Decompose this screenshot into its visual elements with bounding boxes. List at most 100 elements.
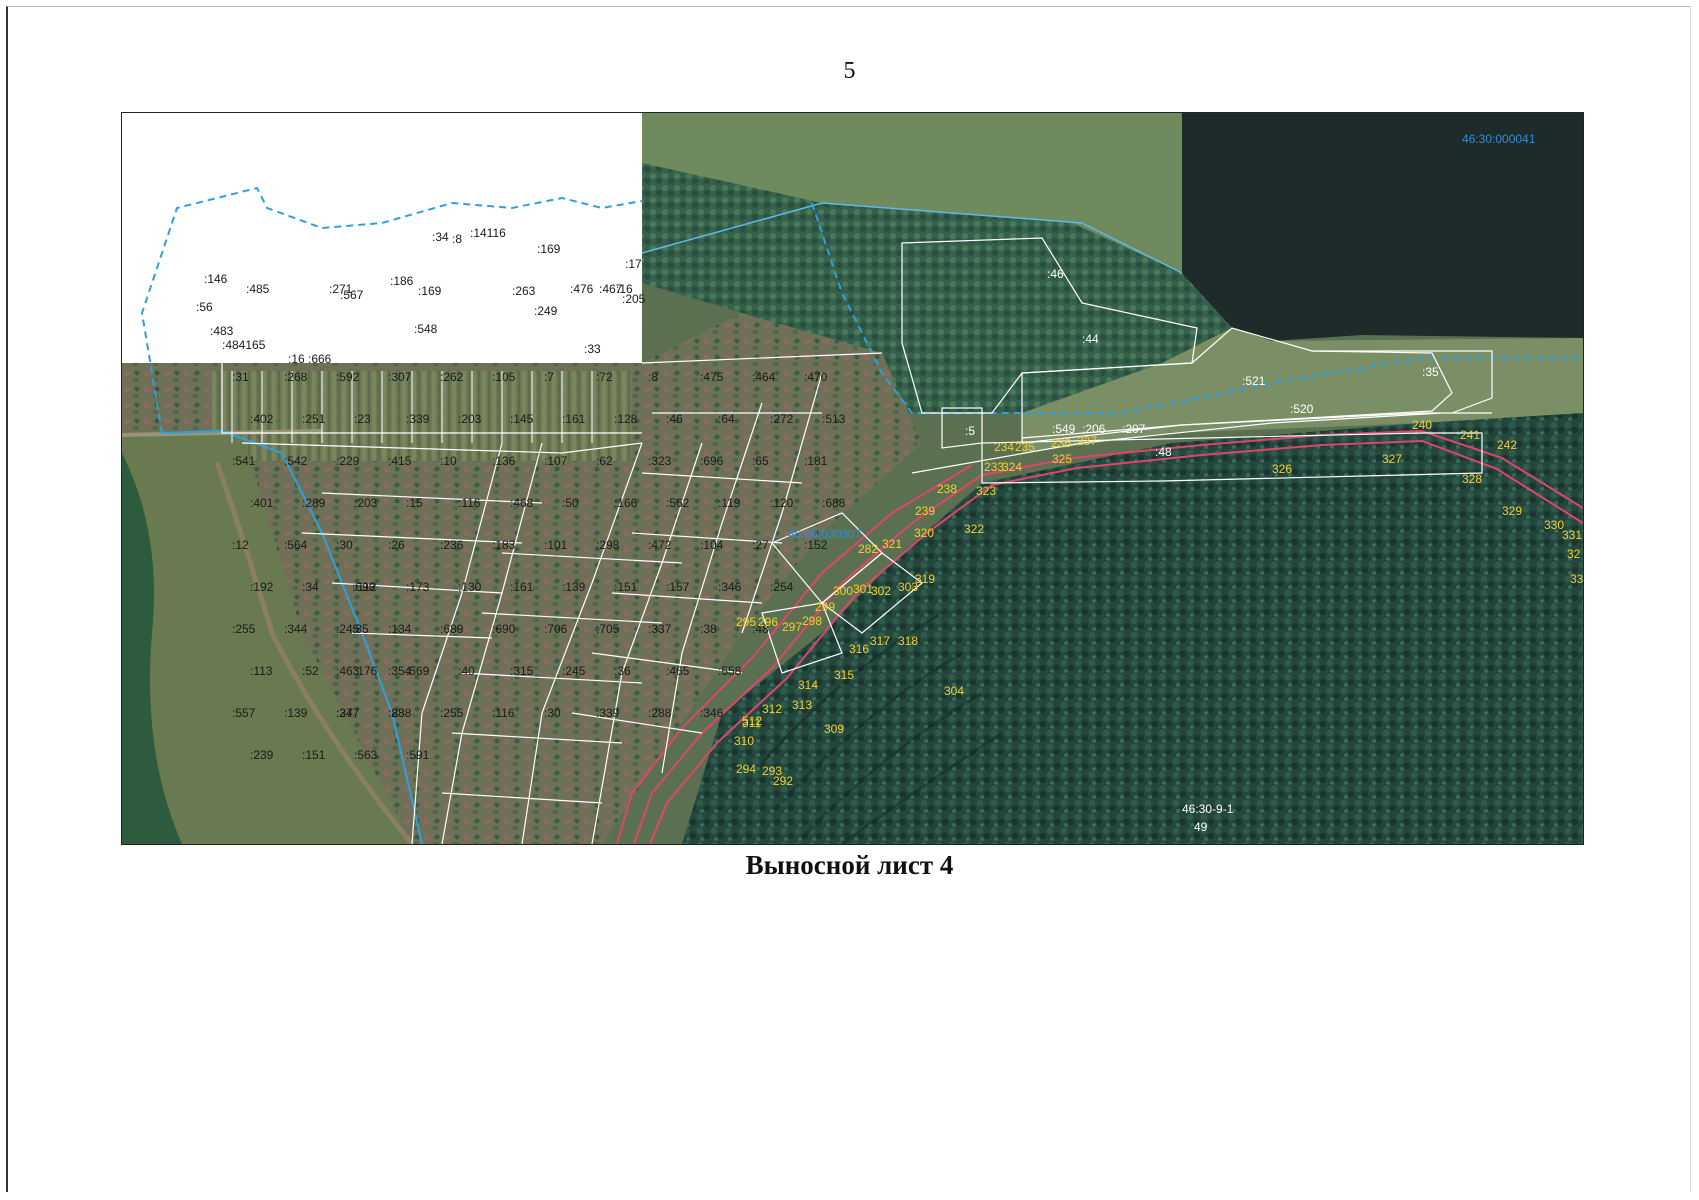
road-parcel-label: 322	[964, 522, 984, 536]
parcel-label: :298	[596, 538, 620, 552]
map-canvas: 46:30:00004146:06:03030746:30-9-149:34:8…	[122, 113, 1583, 844]
parcel-label: :567	[340, 288, 364, 302]
parcel-label: :34	[302, 580, 319, 594]
parcel-label: :255	[232, 622, 256, 636]
parcel-label: :17	[625, 257, 642, 271]
parcel-label: :475	[700, 370, 724, 384]
parcel-label: :254	[770, 580, 794, 594]
road-parcel-label: 298	[802, 614, 822, 628]
parcel-label: :592	[336, 370, 360, 384]
parcel-label: :101	[544, 538, 568, 552]
parcel-label: :151	[302, 748, 326, 762]
parcel-label: :272	[770, 412, 794, 426]
parcel-label: :40	[458, 664, 475, 678]
parcel-label: :30	[544, 706, 561, 720]
parcel-label: :23	[354, 412, 371, 426]
parcel-label: :354	[388, 664, 412, 678]
parcel-label: :26	[388, 538, 405, 552]
quarter-label-forest-sub: 49	[1194, 820, 1208, 834]
parcel-label: :464	[752, 370, 776, 384]
road-parcel-label: 32	[1567, 547, 1581, 561]
parcel-label: :289	[302, 496, 326, 510]
parcel-label: :315	[510, 664, 534, 678]
parcel-label: :401	[250, 496, 274, 510]
road-parcel-label: 242	[1497, 438, 1517, 452]
parcel-label: :339	[596, 706, 620, 720]
road-parcel-label: 324	[1002, 460, 1022, 474]
parcel-label: :169	[418, 284, 442, 298]
parcel-label: :288	[648, 706, 672, 720]
parcel-label: :52	[302, 664, 319, 678]
parcel-label: :38	[700, 622, 717, 636]
parcel-label: :46	[666, 412, 683, 426]
parcel-label: :181	[804, 454, 828, 468]
road-parcel-label: 319	[915, 572, 935, 586]
parcel-label: :239	[250, 748, 274, 762]
parcel-label: :346	[700, 706, 724, 720]
parcel-label: :229	[336, 454, 360, 468]
road-parcel-label: 234	[994, 440, 1014, 454]
parcel-label: :542	[284, 454, 308, 468]
parcel-label: :65	[752, 454, 769, 468]
parcel-label: :8	[452, 232, 462, 246]
parcel-label: :468	[510, 496, 534, 510]
road-parcel-label: 327	[1382, 452, 1402, 466]
map-caption: Выносной лист 4	[745, 850, 954, 880]
parcel-label: :548	[414, 322, 438, 336]
parcel-label: :36	[614, 664, 631, 678]
parcel-label: :72	[596, 370, 613, 384]
parcel-label: :484165	[222, 338, 266, 352]
parcel-label: :323	[648, 454, 672, 468]
parcel-label: :205	[622, 292, 646, 306]
lake	[1182, 113, 1583, 341]
parcel-label: :107	[544, 454, 568, 468]
parcel-label: :245	[562, 664, 586, 678]
parcel-label: :203	[458, 412, 482, 426]
road-parcel-label: 240	[1412, 418, 1432, 432]
parcel-label: :203	[354, 496, 378, 510]
road-parcel-label: 236	[1051, 436, 1071, 450]
quarter-label-forest: 46:30-9-1	[1182, 802, 1234, 816]
parcel-label: :251	[302, 412, 326, 426]
parcel-label: :161	[562, 412, 586, 426]
parcel-label: :186	[390, 274, 414, 288]
parcel-label: :104	[700, 538, 724, 552]
road-parcel-label: 512	[742, 714, 762, 728]
road-parcel-label: 325	[1052, 452, 1072, 466]
parcel-label: :347	[336, 706, 360, 720]
parcel-label-east: :521	[1242, 374, 1266, 388]
parcel-label: :105	[492, 370, 516, 384]
road-parcel-label: 235	[1015, 440, 1035, 454]
parcel-label: :558	[718, 664, 742, 678]
parcel-label-east: :549	[1052, 422, 1076, 436]
parcel-label: :116	[458, 496, 481, 510]
parcel-label: :591	[406, 748, 430, 762]
road-parcel-label: 328	[1462, 472, 1482, 486]
parcel-label: :465	[666, 664, 690, 678]
cadastral-map[interactable]: 46:30:000041 46:06:030307 46:30-9-1 49:34:8…	[121, 112, 1584, 845]
road-parcel-label: 329	[1502, 504, 1522, 518]
parcel-label: :116	[492, 706, 515, 720]
blank-area	[122, 113, 642, 363]
parcel-label-east: :46	[1047, 267, 1064, 281]
road-parcel-label: 321	[882, 537, 902, 551]
road-parcel-label: 336	[1570, 572, 1583, 586]
parcel-label: :689	[440, 622, 464, 636]
parcel-label: :120	[770, 496, 794, 510]
parcel-label: :130	[458, 580, 482, 594]
parcel-label: :15	[406, 496, 423, 510]
road-parcel-label: 310	[734, 734, 754, 748]
parcel-label-east: :44	[1082, 332, 1099, 346]
parcel-label: :16	[288, 352, 305, 366]
parcel-label: :8	[648, 370, 658, 384]
parcel-label: :31	[232, 370, 249, 384]
road-parcel-label: 314	[798, 678, 818, 692]
parcel-label: :30	[336, 538, 353, 552]
parcel-label: :56	[196, 300, 213, 314]
parcel-label: :183	[492, 538, 516, 552]
road-parcel-label: 317	[870, 634, 890, 648]
parcel-label: :249	[534, 304, 558, 318]
parcel-label: :145	[510, 412, 534, 426]
parcel-label-east: :35	[1422, 365, 1439, 379]
parcel-label: :173	[406, 580, 430, 594]
